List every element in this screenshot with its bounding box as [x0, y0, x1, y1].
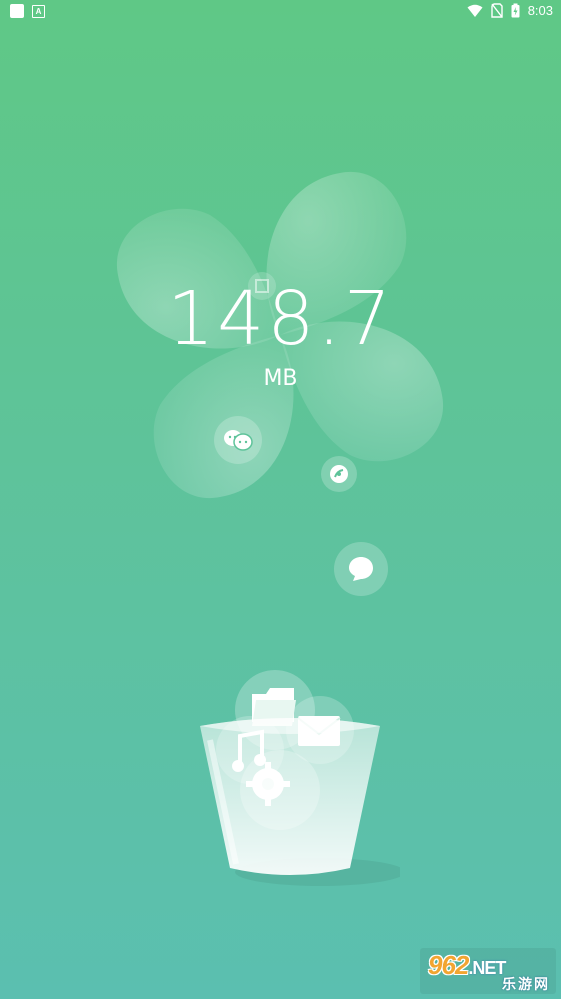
- watermark-number: 962: [428, 950, 469, 980]
- chat-faces-icon: [224, 430, 253, 451]
- bin-body: [200, 718, 380, 875]
- site-watermark: 962.NET 乐游网: [420, 948, 556, 994]
- watermark-net: .NET: [468, 958, 506, 978]
- chat-faces-bubble: [214, 416, 262, 464]
- junk-size-unit: MB: [263, 366, 298, 391]
- trash-bin-illustration: [200, 670, 400, 886]
- message-bubble: [334, 542, 388, 596]
- watermark-subtitle: 乐游网: [502, 976, 550, 992]
- junk-size-value: 148.7: [167, 276, 394, 362]
- music-disc-icon: [330, 465, 348, 483]
- music-disc-bubble: [321, 456, 357, 492]
- message-bubble-icon: [349, 557, 373, 581]
- watermark-logo: 962.NET: [428, 950, 506, 981]
